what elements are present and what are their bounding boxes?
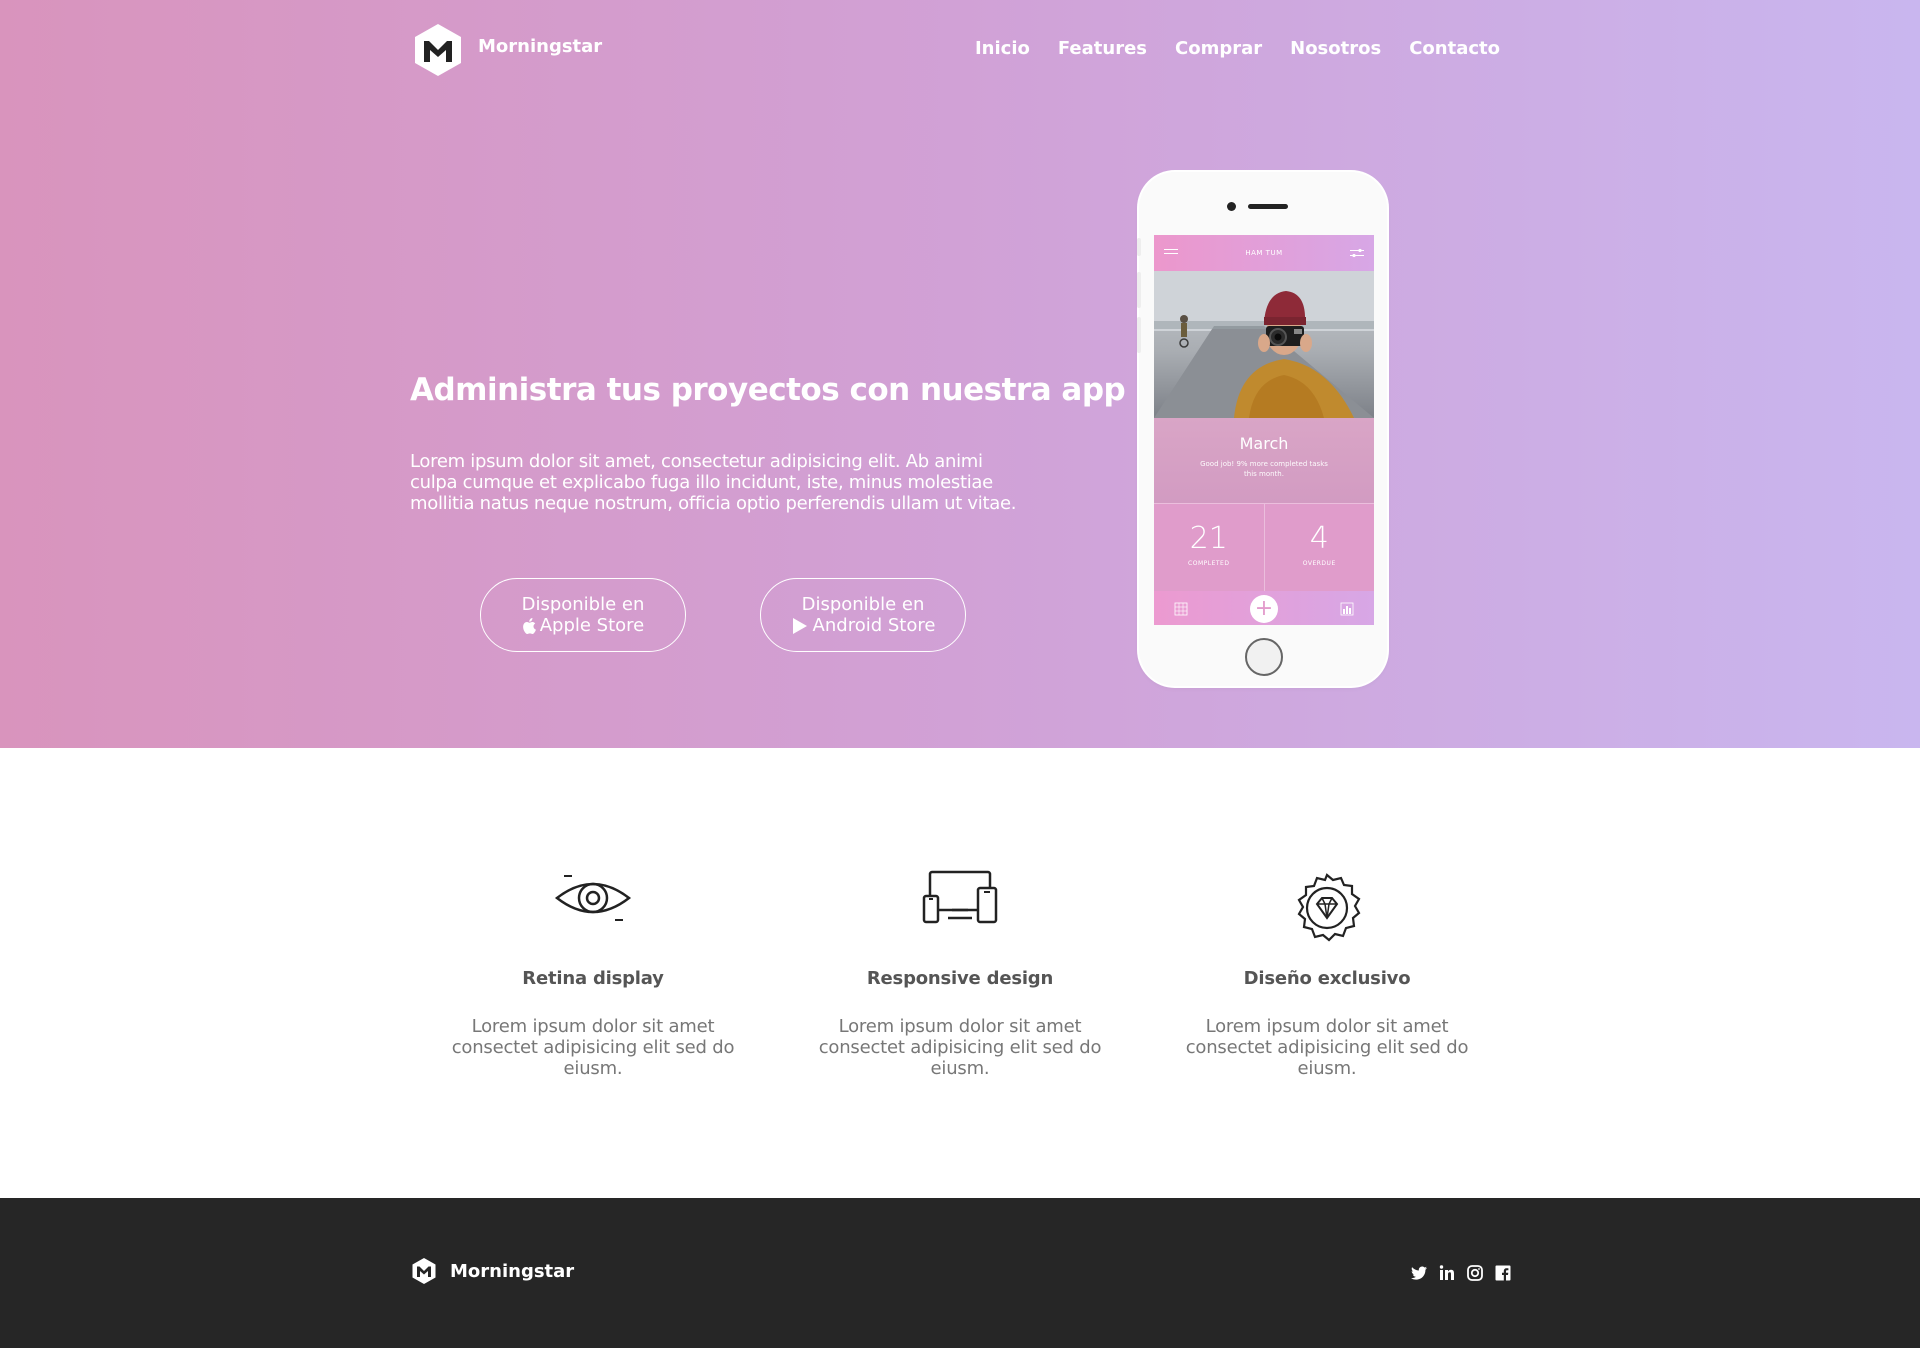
phone-home-button [1245,638,1283,676]
phone-speaker [1248,204,1288,209]
hero-lead: Lorem ipsum dolor sit amet, consectetur … [410,451,1017,514]
feature-responsive-design: Responsive design Lorem ipsum dolor sit … [795,868,1125,1079]
calendar-icon [1174,602,1188,616]
nav-comprar[interactable]: Comprar [1175,38,1262,59]
diamond-badge-icon [1297,873,1361,942]
phone-mockup: HAM TUM March Good job! 9% more complete… [1137,172,1387,686]
android-button-line2: Android Store [812,615,936,636]
hero-headline: Administra tus proyectos con nuestra app [410,372,1126,408]
app-topbar: HAM TUM [1154,235,1374,271]
app-title: HAM TUM [1245,249,1283,257]
apple-button-line1: Disponible en [521,594,645,615]
nav-contacto[interactable]: Contacto [1409,38,1500,59]
stats-icon [1340,602,1354,616]
app-month-subtitle: Good job! 9% more completed tasks this m… [1200,460,1328,478]
linkedin-icon[interactable] [1438,1264,1456,1282]
twitter-icon[interactable] [1410,1264,1428,1282]
morningstar-logo-icon [415,24,461,76]
phone-volume-up [1137,272,1141,308]
brand-logo[interactable]: Morningstar [410,22,602,78]
android-button-line1: Disponible en [801,594,925,615]
app-month-panel: March Good job! 9% more completed tasks … [1154,418,1374,503]
feature-diseno-exclusivo: Diseño exclusivo Lorem ipsum dolor sit a… [1162,868,1492,1079]
phone-screen: HAM TUM March Good job! 9% more complete… [1154,235,1374,625]
phone-volume-down [1137,317,1141,353]
apple-button-line2: Apple Store [539,615,645,636]
overdue-label: OVERDUE [1302,560,1336,567]
app-bottombar: + [1154,591,1374,625]
social-links [1410,1264,1512,1282]
overdue-count: 4 [1309,521,1329,556]
apple-store-button[interactable]: Disponible en Apple Store [480,578,686,652]
app-month: March [1239,434,1289,453]
settings-sliders-icon [1349,248,1364,258]
nav-nosotros[interactable]: Nosotros [1290,38,1381,59]
app-stats: 21 COMPLETED 4 OVERDUE [1154,503,1374,591]
apple-icon [522,617,536,634]
hamburger-icon [1164,249,1178,254]
app-photo [1154,271,1374,418]
footer-logo[interactable]: Morningstar [410,1256,574,1286]
footer-brand-name: Morningstar [450,1260,575,1282]
main-nav: Inicio Features Comprar Nosotros Contact… [975,38,1500,59]
android-store-button[interactable]: Disponible en Android Store [760,578,966,652]
photographer-illustration [1154,271,1374,418]
google-play-icon [792,617,807,634]
brand-name: Morningstar [478,35,603,57]
feature-title: Responsive design [866,968,1054,989]
footer: Morningstar [0,1198,1920,1348]
completed-count: 21 [1189,521,1228,556]
feature-text: Lorem ipsum dolor sit amet consectet adi… [451,1016,735,1079]
feature-text: Lorem ipsum dolor sit amet consectet adi… [1185,1016,1469,1079]
eye-icon [554,875,632,921]
completed-label: COMPLETED [1188,560,1230,567]
morningstar-logo-icon [412,1258,436,1284]
app-add-button: + [1250,595,1278,623]
features-section: Retina display Lorem ipsum dolor sit ame… [0,748,1920,1198]
nav-inicio[interactable]: Inicio [975,38,1030,59]
phone-camera [1227,202,1236,211]
feature-retina-display: Retina display Lorem ipsum dolor sit ame… [428,868,758,1079]
hero-section: Morningstar Inicio Features Comprar Noso… [0,0,1920,748]
nav-features[interactable]: Features [1058,38,1147,59]
instagram-icon[interactable] [1466,1264,1484,1282]
feature-title: Retina display [522,968,664,989]
feature-title: Diseño exclusivo [1243,968,1411,989]
devices-icon [922,870,998,924]
app-stat-overdue: 4 OVERDUE [1263,504,1375,591]
feature-text: Lorem ipsum dolor sit amet consectet adi… [818,1016,1102,1079]
app-stat-completed: 21 COMPLETED [1154,504,1264,591]
facebook-icon[interactable] [1494,1264,1512,1282]
phone-side-button [1137,238,1141,256]
